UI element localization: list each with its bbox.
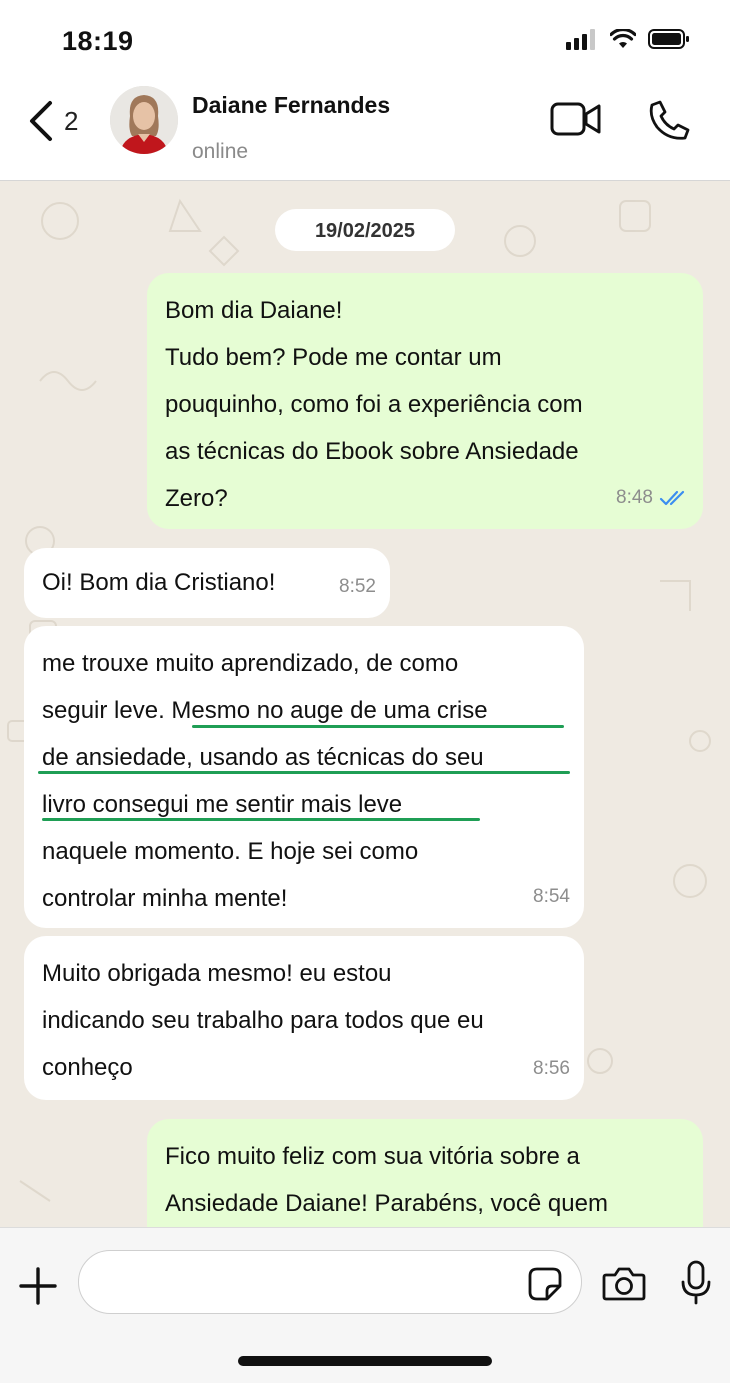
- camera-icon: [602, 1267, 646, 1301]
- message-bubble-incoming[interactable]: Oi! Bom dia Cristiano! 8:52: [24, 548, 390, 618]
- highlight-underline: [192, 725, 564, 728]
- composer-bar: [0, 1227, 730, 1383]
- avatar[interactable]: [110, 86, 178, 154]
- status-icons: [566, 28, 690, 50]
- back-button[interactable]: 2: [26, 100, 78, 142]
- message-input-field[interactable]: [78, 1250, 582, 1314]
- camera-button[interactable]: [602, 1266, 646, 1307]
- back-chevron-icon: [30, 101, 52, 141]
- message-bubble-incoming[interactable]: me trouxe muito aprendizado, de como seg…: [24, 626, 584, 928]
- chat-area[interactable]: 19/02/2025 Bom dia Daiane! Tudo bem? Pod…: [0, 181, 730, 1227]
- wifi-icon: [610, 29, 636, 48]
- message-time: 8:48: [616, 487, 653, 508]
- message-bubble-incoming[interactable]: Muito obrigada mesmo! eu estou indicando…: [24, 936, 584, 1100]
- message-text: me trouxe muito aprendizado, de como seg…: [42, 650, 488, 912]
- message-bubble-outgoing[interactable]: Fico muito feliz com sua vitória sobre a…: [147, 1119, 703, 1227]
- contact-status: online: [192, 140, 249, 163]
- status-bar: 18:19: [0, 0, 730, 80]
- message-time: 8:54: [533, 886, 570, 907]
- message-text: Bom dia Daiane! Tudo bem? Pode me contar…: [165, 297, 583, 512]
- microphone-button[interactable]: [680, 1260, 712, 1311]
- video-call-button[interactable]: [550, 100, 602, 145]
- message-input[interactable]: [99, 1261, 523, 1305]
- phone-icon: [649, 100, 690, 140]
- sticker-icon: [528, 1267, 562, 1301]
- status-time: 18:19: [62, 26, 134, 56]
- date-separator: 19/02/2025: [275, 209, 455, 251]
- message-bubble-outgoing[interactable]: Bom dia Daiane! Tudo bem? Pode me contar…: [147, 273, 703, 529]
- plus-icon: [19, 1267, 57, 1305]
- video-call-icon: [550, 102, 601, 136]
- microphone-icon: [681, 1260, 711, 1305]
- highlight-underline: [42, 818, 480, 821]
- message-meta: 8:52: [339, 563, 376, 610]
- voice-call-button[interactable]: [648, 98, 692, 147]
- highlight-underline: [38, 771, 570, 774]
- message-text: Oi! Bom dia Cristiano!: [42, 569, 276, 596]
- message-meta: 8:54: [533, 873, 570, 920]
- message-text: Muito obrigada mesmo! eu estou indicando…: [42, 960, 484, 1081]
- sticker-button[interactable]: [527, 1266, 563, 1307]
- chat-header: 2 Daiane Fernandes online: [0, 80, 730, 181]
- unread-count: 2: [64, 105, 79, 136]
- signal-icon: [566, 29, 595, 50]
- message-meta: 8:56: [533, 1045, 570, 1092]
- message-time: 8:56: [533, 1058, 570, 1079]
- read-receipt-icon: [659, 490, 685, 505]
- attach-button[interactable]: [18, 1266, 58, 1311]
- message-meta: 8:48: [616, 474, 689, 521]
- home-indicator: [238, 1356, 492, 1366]
- message-time: 8:52: [339, 576, 376, 597]
- contact-name[interactable]: Daiane Fernandes: [192, 92, 390, 119]
- message-text: Fico muito feliz com sua vitória sobre a…: [165, 1143, 608, 1217]
- battery-icon: [648, 29, 689, 49]
